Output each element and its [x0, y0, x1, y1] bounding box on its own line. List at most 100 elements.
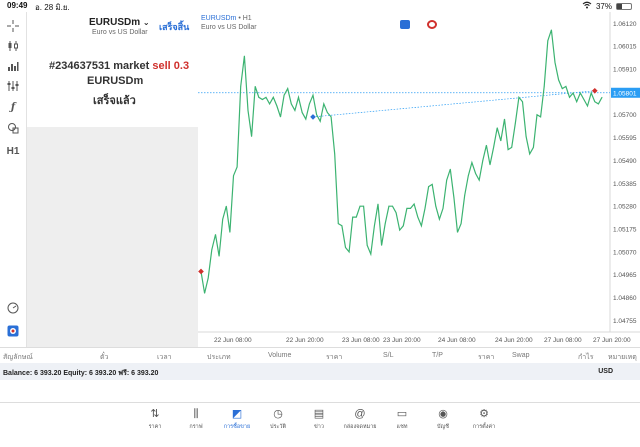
nav-item[interactable]: ▤ ข่าว — [299, 408, 339, 431]
price-chart[interactable]: EURUSDm • H1 Euro vs US Dollar 1.06120 1.… — [198, 12, 640, 347]
at-icon: @ — [354, 408, 366, 420]
data-point — [222, 218, 224, 220]
nav-item[interactable]: ◉ บัญชี — [423, 408, 463, 431]
x-tick-label: 23 Jun 08:00 — [342, 337, 380, 344]
data-point — [500, 140, 502, 142]
data-point — [276, 105, 278, 107]
data-point — [211, 249, 213, 251]
y-tick-label: 1.05910 — [613, 67, 637, 74]
data-point — [551, 29, 552, 31]
data-point — [572, 92, 574, 94]
symbol-selector[interactable]: EURUSDm ⌄ — [89, 17, 150, 28]
y-tick-label: 1.05280 — [613, 204, 637, 211]
data-point — [590, 92, 592, 94]
history-icon: ◷ — [273, 408, 283, 420]
nav-item[interactable]: ⫼ กราฟ — [176, 408, 216, 431]
data-point — [507, 149, 509, 150]
logo-icon[interactable] — [4, 323, 22, 339]
status-bar: 09:49 อ. 28 มิ.ย. 37% — [0, 0, 640, 12]
x-tick-label: 22 Jun 20:00 — [286, 337, 324, 344]
data-point — [460, 223, 462, 224]
column-header[interactable]: หมายเหตุ — [608, 352, 637, 363]
chart-canvas[interactable]: 1.061201.060151.059101.058051.057001.055… — [198, 12, 640, 347]
candlestick-icon: ⫼ — [193, 408, 199, 420]
nav-item-label: แชท — [396, 424, 408, 430]
data-point — [366, 244, 368, 246]
column-header[interactable]: สัญลักษณ์ — [3, 352, 33, 363]
data-point — [518, 96, 520, 98]
h1-timeframe[interactable]: H1 — [4, 143, 22, 159]
data-point — [453, 197, 455, 198]
candlestick-icon[interactable] — [4, 38, 22, 54]
column-header[interactable]: ราคา — [326, 352, 342, 363]
nav-item[interactable]: ◷ ประวัติ — [258, 408, 298, 431]
account-icon: ◉ — [438, 408, 448, 420]
nav-item-label: การตั้งค่า — [472, 424, 496, 430]
data-point — [587, 105, 588, 107]
x-tick-label: 22 Jun 08:00 — [214, 337, 252, 344]
status-right: 37% — [582, 1, 632, 11]
nav-item[interactable]: ⚙ การตั้งค่า — [464, 408, 504, 431]
data-point — [301, 112, 303, 113]
data-point — [406, 207, 408, 209]
data-point — [233, 175, 234, 177]
order-summary: #234637531 market sell 0.3 — [49, 60, 189, 72]
nav-item[interactable]: ⇅ ราคา — [135, 408, 175, 431]
column-header[interactable]: ราคา — [478, 352, 494, 363]
y-tick-label: 1.05175 — [613, 227, 637, 234]
column-header[interactable]: กำไร — [578, 352, 593, 363]
nav-item[interactable]: @ กล่องจดหมาย — [340, 408, 380, 431]
column-header[interactable]: เวลา — [157, 352, 172, 363]
order-side-volume: sell 0.3 — [152, 60, 190, 72]
data-point — [540, 116, 541, 118]
data-point — [352, 216, 354, 218]
done-button[interactable]: เสร็จสิ้น — [159, 20, 189, 34]
function-icon[interactable]: ƒ — [4, 99, 22, 115]
data-point — [319, 120, 321, 122]
data-point — [395, 212, 397, 214]
news-icon: ▤ — [313, 408, 325, 420]
data-point — [558, 79, 560, 81]
order-marker-order — [310, 114, 316, 120]
data-point — [431, 184, 433, 185]
shapes-icon[interactable] — [4, 120, 22, 136]
column-header[interactable]: ตั๋ว — [100, 352, 108, 363]
data-point — [576, 101, 578, 103]
nav-item-label: ข่าว — [314, 424, 324, 430]
data-point — [536, 114, 538, 116]
status-time: 09:49 — [7, 1, 28, 10]
nav-item[interactable]: ◩ การซื้อขาย — [217, 408, 257, 431]
data-point — [312, 94, 314, 96]
y-tick-label: 1.06120 — [613, 21, 637, 28]
data-point — [601, 96, 603, 98]
data-point — [374, 225, 375, 227]
left-toolbar: ƒ H1 — [0, 12, 27, 347]
sliders-icon[interactable] — [4, 78, 22, 94]
column-header[interactable]: Volume — [268, 352, 291, 359]
column-header[interactable]: ประเภท — [207, 352, 231, 363]
data-point — [424, 207, 426, 209]
data-point — [475, 173, 476, 174]
data-point — [262, 99, 263, 100]
column-header[interactable]: Swap — [512, 352, 530, 359]
data-point — [514, 123, 516, 124]
y-tick-label: 1.05385 — [613, 181, 637, 188]
nav-item[interactable]: ▭ แชท — [382, 408, 422, 431]
y-tick-label: 1.05700 — [613, 112, 637, 119]
data-point — [435, 205, 437, 207]
column-header[interactable]: S/L — [383, 352, 394, 359]
crosshair-icon[interactable] — [4, 18, 22, 34]
data-point — [290, 103, 292, 105]
data-point — [529, 153, 531, 155]
positions-table-header: สัญลักษณ์ ตั๋ว เวลา ประเภท Volume ราคา S/L T/P ร… — [0, 347, 640, 363]
gauge-icon[interactable] — [4, 300, 22, 316]
data-point — [370, 253, 372, 255]
data-point — [207, 277, 209, 279]
nav-item-label: ราคา — [148, 424, 162, 430]
data-point — [392, 205, 393, 207]
data-point — [377, 203, 379, 205]
bar-chart-icon[interactable] — [4, 58, 22, 74]
data-point — [547, 40, 549, 42]
data-point — [471, 162, 473, 164]
column-header[interactable]: T/P — [432, 352, 443, 359]
